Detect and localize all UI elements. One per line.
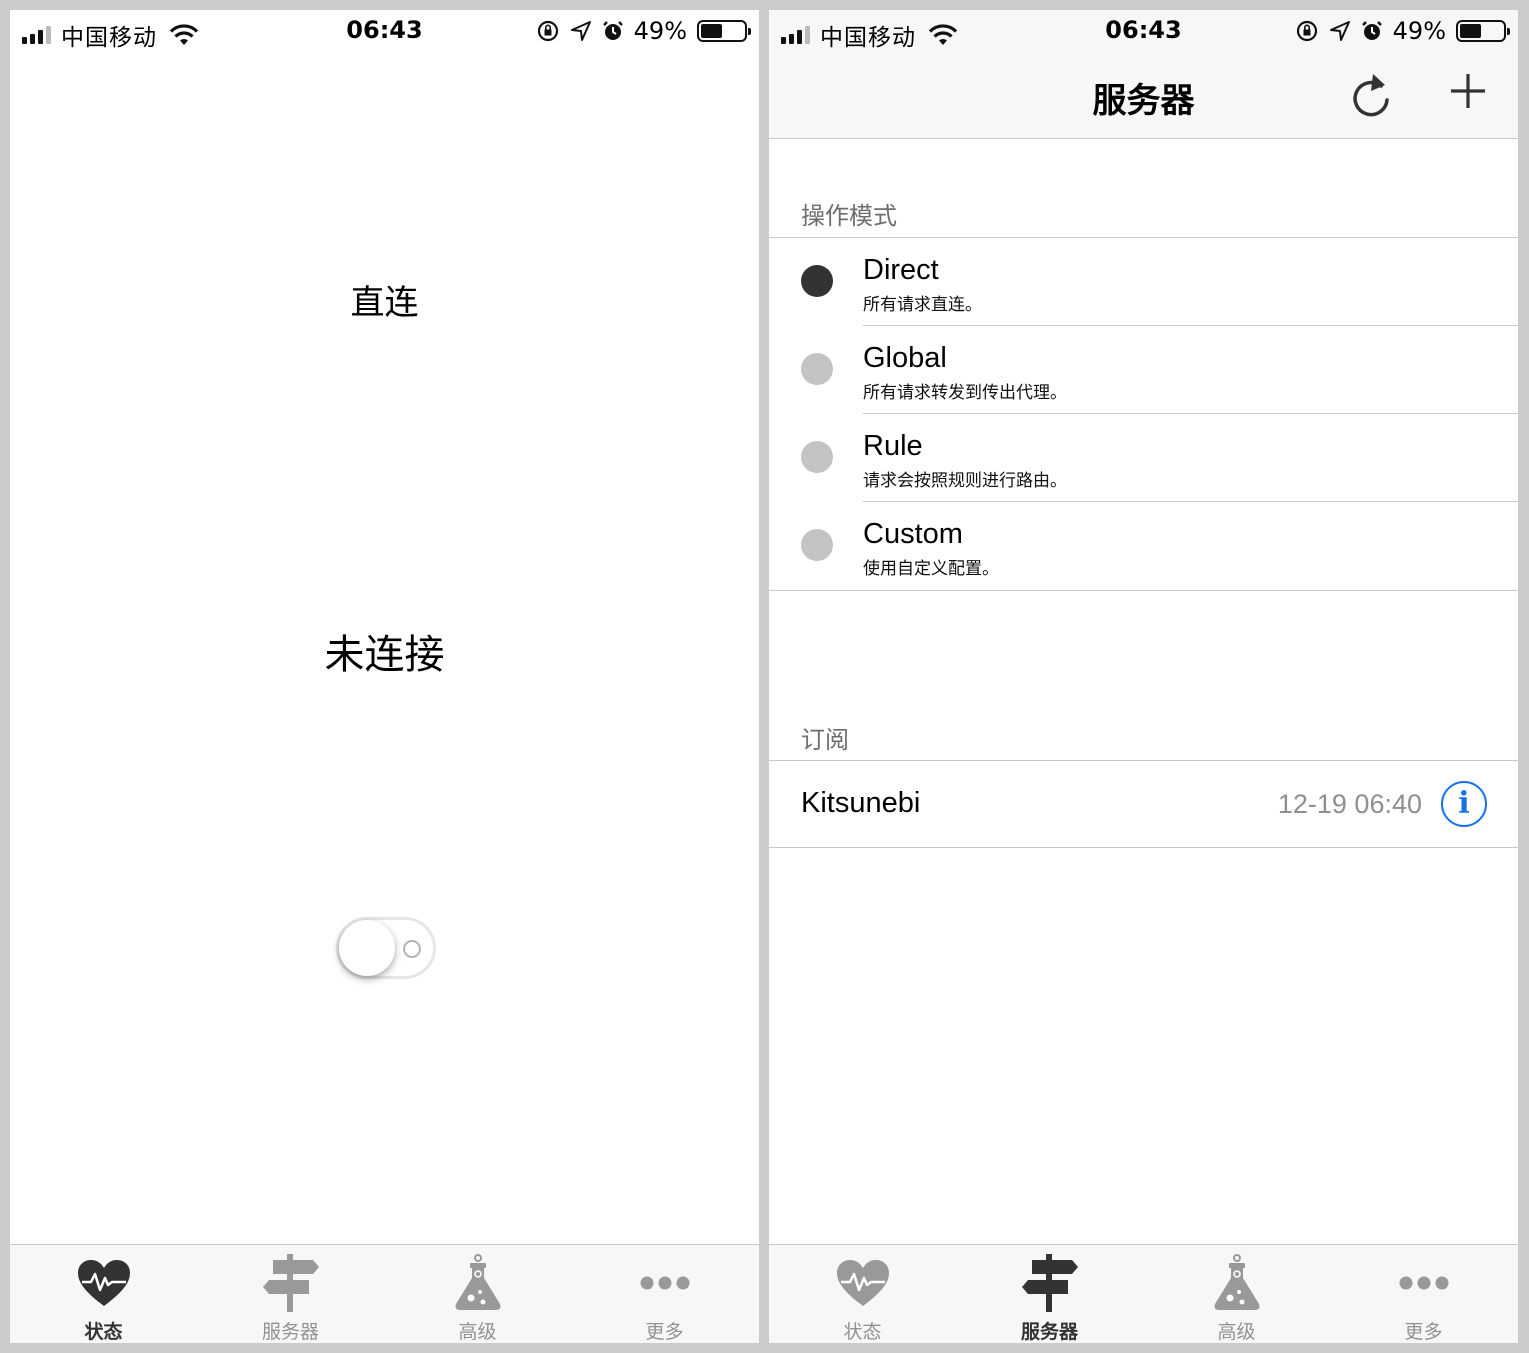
radio-unselected-icon bbox=[801, 529, 833, 561]
more-dots-icon bbox=[1399, 1276, 1448, 1290]
radio-unselected-icon bbox=[801, 353, 833, 385]
radio-unselected-icon bbox=[801, 441, 833, 473]
toggle-off-ring-icon bbox=[403, 940, 421, 958]
heart-pulse-icon bbox=[77, 1260, 130, 1306]
battery-icon bbox=[1456, 20, 1510, 42]
radio-selected-icon bbox=[801, 265, 833, 297]
tab-label: 服务器 bbox=[261, 1321, 319, 1343]
tab-label: 高级 bbox=[1217, 1321, 1256, 1343]
mode-name: Direct bbox=[863, 254, 939, 286]
refresh-icon[interactable] bbox=[1351, 72, 1393, 118]
info-icon[interactable]: i bbox=[1441, 781, 1487, 827]
tab-servers[interactable]: 服务器 bbox=[956, 1245, 1143, 1343]
tab-servers[interactable]: 服务器 bbox=[197, 1245, 384, 1343]
mode-section-header: 操作模式 bbox=[801, 202, 897, 230]
mode-row-rule[interactable]: Rule 请求会按照规则进行路由。 bbox=[769, 414, 1518, 502]
tab-label: 高级 bbox=[458, 1321, 497, 1343]
toggle-knob bbox=[339, 920, 395, 976]
location-icon bbox=[1329, 21, 1350, 41]
subscription-section-header: 订阅 bbox=[801, 726, 849, 754]
tab-more[interactable]: 更多 bbox=[571, 1245, 758, 1343]
tab-more[interactable]: 更多 bbox=[1330, 1245, 1517, 1343]
mode-description: 请求会按照规则进行路由。 bbox=[863, 471, 1067, 491]
signpost-icon bbox=[262, 1254, 319, 1312]
signpost-icon bbox=[1021, 1254, 1078, 1312]
battery-percent: 49% bbox=[1392, 17, 1446, 45]
vpn-toggle[interactable] bbox=[336, 917, 436, 979]
mode-name: Rule bbox=[863, 430, 923, 462]
mode-name: Custom bbox=[863, 518, 963, 550]
tab-label: 服务器 bbox=[1020, 1321, 1078, 1343]
connection-status-label: 未连接 bbox=[324, 632, 445, 678]
mode-description: 所有请求转发到传出代理。 bbox=[863, 383, 1067, 403]
mode-description: 使用自定义配置。 bbox=[863, 559, 999, 579]
flask-icon bbox=[455, 1254, 500, 1310]
status-screen: 中国移动 06:43 49% 直连 未连接 状态 服务器 高级 更多 bbox=[10, 10, 759, 1343]
page-title: 服务器 bbox=[1092, 81, 1195, 121]
orientation-lock-icon bbox=[1296, 20, 1317, 42]
mode-list: Direct 所有请求直连。 Global 所有请求转发到传出代理。 Rule … bbox=[769, 237, 1518, 591]
alarm-icon bbox=[602, 21, 623, 40]
tab-label: 更多 bbox=[1404, 1321, 1443, 1343]
status-bar: 中国移动 06:43 49% bbox=[10, 10, 759, 54]
current-mode-label: 直连 bbox=[350, 283, 419, 323]
flask-icon bbox=[1214, 1254, 1259, 1310]
status-bar: 中国移动 06:43 49% bbox=[769, 10, 1518, 54]
mode-row-direct[interactable]: Direct 所有请求直连。 bbox=[769, 238, 1518, 326]
tab-label: 状态 bbox=[843, 1321, 882, 1343]
location-icon bbox=[570, 21, 591, 41]
orientation-lock-icon bbox=[537, 20, 558, 42]
mode-row-global[interactable]: Global 所有请求转发到传出代理。 bbox=[769, 326, 1518, 414]
tab-bar: 状态 服务器 高级 更多 bbox=[769, 1244, 1518, 1343]
tab-status[interactable]: 状态 bbox=[10, 1245, 197, 1343]
tab-bar: 状态 服务器 高级 更多 bbox=[10, 1244, 759, 1343]
subscription-list: Kitsunebi 12-19 06:40 i bbox=[769, 760, 1518, 848]
tab-advanced[interactable]: 高级 bbox=[384, 1245, 571, 1343]
tab-label: 更多 bbox=[645, 1321, 684, 1343]
tab-status[interactable]: 状态 bbox=[769, 1245, 956, 1343]
tab-advanced[interactable]: 高级 bbox=[1143, 1245, 1330, 1343]
subscription-name: Kitsunebi bbox=[801, 787, 921, 819]
alarm-icon bbox=[1361, 21, 1382, 40]
mode-name: Global bbox=[863, 342, 947, 374]
mode-description: 所有请求直连。 bbox=[863, 295, 982, 315]
add-icon[interactable] bbox=[1449, 72, 1487, 110]
battery-icon bbox=[697, 20, 751, 42]
servers-screen: 服务器 中国移动 06:43 49% 操作模式 Direct 所有请求直连。 G… bbox=[769, 10, 1518, 1343]
tab-label: 状态 bbox=[84, 1321, 123, 1343]
mode-row-custom[interactable]: Custom 使用自定义配置。 bbox=[769, 502, 1518, 590]
subscription-row[interactable]: Kitsunebi 12-19 06:40 i bbox=[769, 761, 1518, 847]
heart-pulse-icon bbox=[836, 1260, 889, 1306]
battery-percent: 49% bbox=[633, 17, 687, 45]
subscription-updated-time: 12-19 06:40 bbox=[1277, 789, 1422, 819]
more-dots-icon bbox=[640, 1276, 689, 1290]
